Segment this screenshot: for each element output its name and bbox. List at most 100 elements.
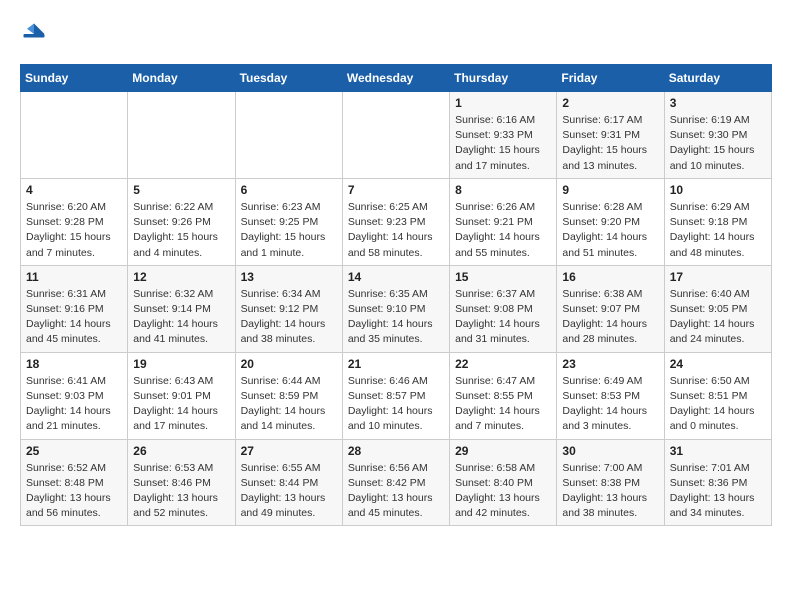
day-info: Sunrise: 6:58 AM Sunset: 8:40 PM Dayligh…	[455, 461, 551, 522]
calendar-cell	[21, 92, 128, 179]
day-info: Sunrise: 7:00 AM Sunset: 8:38 PM Dayligh…	[562, 461, 658, 522]
calendar-cell: 31Sunrise: 7:01 AM Sunset: 8:36 PM Dayli…	[664, 439, 771, 526]
calendar-cell: 11 Sunrise: 6:31 AM Sunset: 9:16 PM Dayli…	[21, 265, 128, 352]
day-number: 14	[348, 270, 444, 284]
day-number: 22	[455, 357, 551, 371]
calendar-cell: 28 Sunrise: 6:56 AM Sunset: 8:42 PM Dayli…	[342, 439, 449, 526]
day-info: Sunrise: 6:56 AM Sunset: 8:42 PM Dayligh…	[348, 461, 444, 522]
day-info: Sunrise: 6:35 AM Sunset: 9:10 PM Dayligh…	[348, 287, 444, 348]
calendar-cell: 22 Sunrise: 6:47 AM Sunset: 8:55 PM Dayli…	[450, 352, 557, 439]
day-number: 11	[26, 270, 122, 284]
calendar-cell: 30 Sunrise: 7:00 AM Sunset: 8:38 PM Dayli…	[557, 439, 664, 526]
weekday-row: SundayMondayTuesdayWednesdayThursdayFrid…	[21, 65, 772, 92]
day-number: 17	[670, 270, 766, 284]
page-header	[20, 20, 772, 48]
calendar-cell: 3 Sunrise: 6:19 AM Sunset: 9:30 PM Daylig…	[664, 92, 771, 179]
day-number: 3	[670, 96, 766, 110]
calendar-cell: 18Sunrise: 6:41 AM Sunset: 9:03 PM Dayli…	[21, 352, 128, 439]
day-number: 16	[562, 270, 658, 284]
calendar-cell	[342, 92, 449, 179]
day-info: Sunrise: 6:20 AM Sunset: 9:28 PM Dayligh…	[26, 200, 122, 261]
day-number: 2	[562, 96, 658, 110]
day-info: Sunrise: 6:55 AM Sunset: 8:44 PM Dayligh…	[241, 461, 337, 522]
calendar-cell	[128, 92, 235, 179]
calendar-cell: 10Sunrise: 6:29 AM Sunset: 9:18 PM Dayli…	[664, 178, 771, 265]
day-info: Sunrise: 6:46 AM Sunset: 8:57 PM Dayligh…	[348, 374, 444, 435]
day-number: 25	[26, 444, 122, 458]
day-number: 1	[455, 96, 551, 110]
day-info: Sunrise: 6:37 AM Sunset: 9:08 PM Dayligh…	[455, 287, 551, 348]
weekday-header: Tuesday	[235, 65, 342, 92]
calendar-cell: 5 Sunrise: 6:22 AM Sunset: 9:26 PM Daylig…	[128, 178, 235, 265]
day-number: 28	[348, 444, 444, 458]
weekday-header: Saturday	[664, 65, 771, 92]
calendar-cell: 16 Sunrise: 6:38 AM Sunset: 9:07 PM Dayli…	[557, 265, 664, 352]
logo	[20, 20, 52, 48]
calendar-cell: 12 Sunrise: 6:32 AM Sunset: 9:14 PM Dayli…	[128, 265, 235, 352]
calendar-week-row: 1Sunrise: 6:16 AM Sunset: 9:33 PM Daylig…	[21, 92, 772, 179]
weekday-header: Wednesday	[342, 65, 449, 92]
calendar-table: SundayMondayTuesdayWednesdayThursdayFrid…	[20, 64, 772, 526]
calendar-cell: 26Sunrise: 6:53 AM Sunset: 8:46 PM Dayli…	[128, 439, 235, 526]
day-info: Sunrise: 6:43 AM Sunset: 9:01 PM Dayligh…	[133, 374, 229, 435]
calendar-cell: 25 Sunrise: 6:52 AM Sunset: 8:48 PM Dayli…	[21, 439, 128, 526]
day-info: Sunrise: 6:26 AM Sunset: 9:21 PM Dayligh…	[455, 200, 551, 261]
day-info: Sunrise: 6:23 AM Sunset: 9:25 PM Dayligh…	[241, 200, 337, 261]
day-info: Sunrise: 6:40 AM Sunset: 9:05 PM Dayligh…	[670, 287, 766, 348]
day-info: Sunrise: 6:31 AM Sunset: 9:16 PM Dayligh…	[26, 287, 122, 348]
calendar-cell: 21Sunrise: 6:46 AM Sunset: 8:57 PM Dayli…	[342, 352, 449, 439]
weekday-header: Thursday	[450, 65, 557, 92]
calendar-cell	[235, 92, 342, 179]
day-info: Sunrise: 6:28 AM Sunset: 9:20 PM Dayligh…	[562, 200, 658, 261]
logo-icon	[20, 20, 48, 48]
day-number: 5	[133, 183, 229, 197]
day-number: 12	[133, 270, 229, 284]
day-info: Sunrise: 6:50 AM Sunset: 8:51 PM Dayligh…	[670, 374, 766, 435]
day-info: Sunrise: 6:38 AM Sunset: 9:07 PM Dayligh…	[562, 287, 658, 348]
day-number: 13	[241, 270, 337, 284]
calendar-week-row: 18Sunrise: 6:41 AM Sunset: 9:03 PM Dayli…	[21, 352, 772, 439]
day-number: 19	[133, 357, 229, 371]
day-info: Sunrise: 6:19 AM Sunset: 9:30 PM Dayligh…	[670, 113, 766, 174]
calendar-cell: 14 Sunrise: 6:35 AM Sunset: 9:10 PM Dayli…	[342, 265, 449, 352]
calendar-cell: 6Sunrise: 6:23 AM Sunset: 9:25 PM Daylig…	[235, 178, 342, 265]
day-number: 7	[348, 183, 444, 197]
day-info: Sunrise: 6:34 AM Sunset: 9:12 PM Dayligh…	[241, 287, 337, 348]
day-number: 23	[562, 357, 658, 371]
day-number: 30	[562, 444, 658, 458]
day-number: 4	[26, 183, 122, 197]
day-number: 29	[455, 444, 551, 458]
day-info: Sunrise: 6:32 AM Sunset: 9:14 PM Dayligh…	[133, 287, 229, 348]
calendar-cell: 7 Sunrise: 6:25 AM Sunset: 9:23 PM Daylig…	[342, 178, 449, 265]
day-number: 9	[562, 183, 658, 197]
day-number: 10	[670, 183, 766, 197]
day-number: 26	[133, 444, 229, 458]
day-info: Sunrise: 6:25 AM Sunset: 9:23 PM Dayligh…	[348, 200, 444, 261]
day-number: 27	[241, 444, 337, 458]
calendar-cell: 9 Sunrise: 6:28 AM Sunset: 9:20 PM Daylig…	[557, 178, 664, 265]
weekday-header: Sunday	[21, 65, 128, 92]
calendar-body: 1Sunrise: 6:16 AM Sunset: 9:33 PM Daylig…	[21, 92, 772, 526]
calendar-cell: 23 Sunrise: 6:49 AM Sunset: 8:53 PM Dayli…	[557, 352, 664, 439]
day-info: Sunrise: 6:17 AM Sunset: 9:31 PM Dayligh…	[562, 113, 658, 174]
day-info: Sunrise: 6:49 AM Sunset: 8:53 PM Dayligh…	[562, 374, 658, 435]
day-number: 24	[670, 357, 766, 371]
calendar-week-row: 11 Sunrise: 6:31 AM Sunset: 9:16 PM Dayli…	[21, 265, 772, 352]
day-info: Sunrise: 7:01 AM Sunset: 8:36 PM Dayligh…	[670, 461, 766, 522]
day-number: 18	[26, 357, 122, 371]
day-number: 20	[241, 357, 337, 371]
calendar-cell: 29 Sunrise: 6:58 AM Sunset: 8:40 PM Dayli…	[450, 439, 557, 526]
calendar-cell: 19 Sunrise: 6:43 AM Sunset: 9:01 PM Dayli…	[128, 352, 235, 439]
day-number: 8	[455, 183, 551, 197]
calendar-week-row: 25 Sunrise: 6:52 AM Sunset: 8:48 PM Dayli…	[21, 439, 772, 526]
calendar-header: SundayMondayTuesdayWednesdayThursdayFrid…	[21, 65, 772, 92]
calendar-cell: 20Sunrise: 6:44 AM Sunset: 8:59 PM Dayli…	[235, 352, 342, 439]
day-info: Sunrise: 6:22 AM Sunset: 9:26 PM Dayligh…	[133, 200, 229, 261]
calendar-week-row: 4 Sunrise: 6:20 AM Sunset: 9:28 PM Daylig…	[21, 178, 772, 265]
calendar-cell: 15Sunrise: 6:37 AM Sunset: 9:08 PM Dayli…	[450, 265, 557, 352]
day-info: Sunrise: 6:47 AM Sunset: 8:55 PM Dayligh…	[455, 374, 551, 435]
day-info: Sunrise: 6:52 AM Sunset: 8:48 PM Dayligh…	[26, 461, 122, 522]
calendar-cell: 24 Sunrise: 6:50 AM Sunset: 8:51 PM Dayli…	[664, 352, 771, 439]
calendar-cell: 13 Sunrise: 6:34 AM Sunset: 9:12 PM Dayli…	[235, 265, 342, 352]
calendar-cell: 8 Sunrise: 6:26 AM Sunset: 9:21 PM Daylig…	[450, 178, 557, 265]
